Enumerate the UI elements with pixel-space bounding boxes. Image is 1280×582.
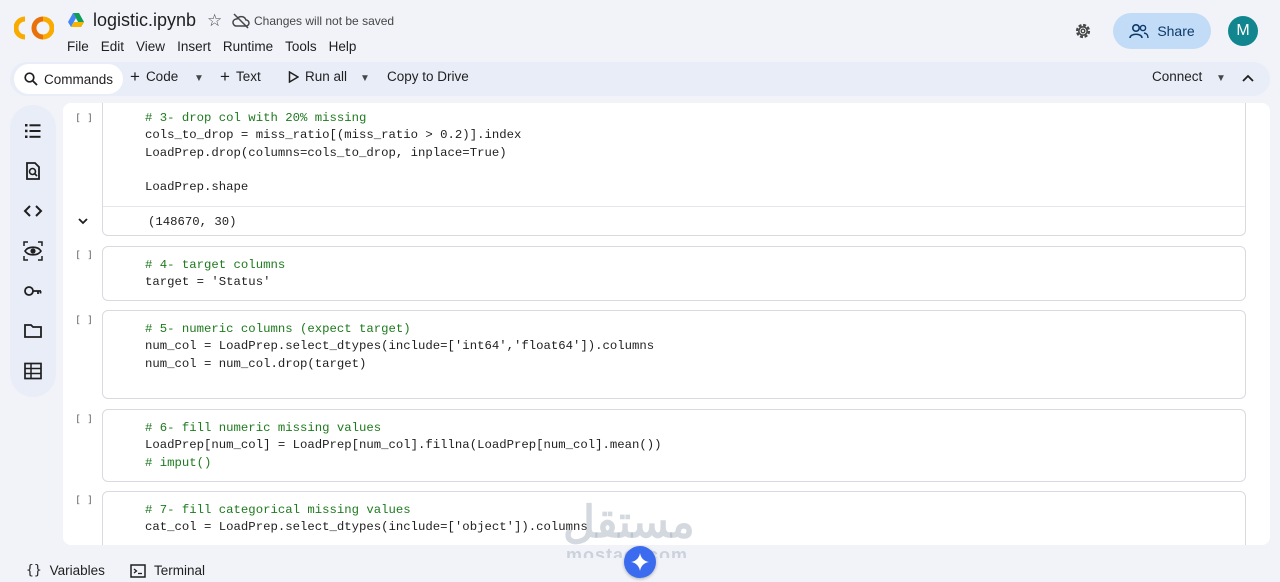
connect-label: Connect [1152,69,1203,84]
code-line: target = 'Status' [145,275,271,290]
gemini-sparkle-icon [631,553,649,571]
notebook-toolbar: Commands + Code ▼ + Text Run all ▼ Copy … [10,62,1270,96]
braces-icon: {} [26,563,42,578]
connect-button[interactable]: Connect [1152,69,1202,84]
run-all-button[interactable]: Run all [288,69,347,84]
menu-insert[interactable]: Insert [177,39,211,54]
people-icon [1129,23,1150,39]
notebook-title[interactable]: logistic.ipynb [93,10,196,31]
code-cell[interactable]: # 3- drop col with 20% missing cols_to_d… [102,103,1246,236]
cell-code[interactable]: # 7- fill categorical missing values cat… [145,502,588,537]
watermark-logo: مستقل [563,498,695,547]
add-code-label: Code [145,69,179,84]
chevron-down-icon[interactable]: ▼ [194,73,204,84]
add-code-button[interactable]: + Code [130,66,179,86]
output-text: (148670, 30) [148,215,237,229]
code-line: LoadPrep.shape [145,180,249,195]
run-cell-button[interactable]: [ ] [75,414,93,425]
files-folder-icon[interactable] [23,321,43,341]
code-line: num_col = LoadPrep.select_dtypes(include… [145,339,655,354]
run-cell-button[interactable]: [ ] [75,250,93,261]
terminal-button[interactable]: Terminal [130,563,205,578]
cell-code[interactable]: # 5- numeric columns (expect target) num… [145,321,654,373]
avatar[interactable]: M [1228,16,1258,46]
commands-label: Commands [44,71,114,87]
menu-help[interactable]: Help [329,39,357,54]
menu-file[interactable]: File [67,39,89,54]
collapse-output-icon[interactable] [76,214,90,228]
menu-runtime[interactable]: Runtime [223,39,273,54]
code-cell[interactable]: # 4- target columns target = 'Status' [102,246,1246,301]
cell-code[interactable]: # 3- drop col with 20% missing cols_to_d… [145,110,521,196]
code-line: # 5- numeric columns (expect target) [145,322,411,336]
terminal-label: Terminal [154,563,206,578]
code-line: # 6- fill numeric missing values [145,421,382,435]
unsaved-status: Changes will not be saved [254,14,395,28]
run-cell-button[interactable]: [ ] [75,113,93,124]
code-line: LoadPrep.drop(columns=cols_to_drop, inpl… [145,145,507,160]
cell-code[interactable]: # 4- target columns target = 'Status' [145,257,285,292]
code-cell[interactable]: # 6- fill numeric missing values LoadPre… [102,409,1246,482]
colab-logo[interactable] [14,15,54,41]
side-rail [10,105,56,397]
run-cell-button[interactable]: [ ] [75,495,93,506]
menu-tools[interactable]: Tools [285,39,317,54]
share-label: Share [1157,23,1195,39]
plus-icon: + [130,66,140,86]
code-line: # 3- drop col with 20% missing [145,111,367,125]
cell-output: (148670, 30) [103,206,1245,236]
star-icon[interactable]: ☆ [207,11,222,31]
commands-button[interactable]: Commands [14,64,124,94]
code-line: cat_col = LoadPrep.select_dtypes(include… [145,520,588,535]
code-line: LoadPrep[num_col] = LoadPrep[num_col].fi… [145,438,662,453]
find-icon[interactable] [23,161,43,181]
add-text-button[interactable]: + Text [220,66,261,86]
chevron-down-icon[interactable]: ▼ [1216,73,1226,84]
chevron-down-icon[interactable]: ▼ [360,73,370,84]
run-cell-button[interactable]: [ ] [75,315,93,326]
code-line: # 7- fill categorical missing values [145,503,411,517]
menu-view[interactable]: View [136,39,165,54]
notebook-area: [ ] # 3- drop col with 20% missing cols_… [63,103,1270,545]
table-of-contents-icon[interactable] [23,121,43,141]
variables-label: Variables [49,563,105,578]
run-all-label: Run all [305,69,348,84]
code-snippets-icon[interactable] [23,201,43,221]
share-button[interactable]: Share [1113,13,1211,49]
plus-icon: + [220,66,230,86]
cell-code[interactable]: # 6- fill numeric missing values LoadPre… [145,420,662,472]
code-line: cols_to_drop = miss_ratio[(miss_ratio > … [145,128,522,143]
data-table-icon[interactable] [23,361,43,381]
play-icon [288,70,299,83]
code-line: num_col = num_col.drop(target) [145,356,367,371]
cloud-off-icon [232,13,250,29]
app-header: logistic.ipynb ☆ Changes will not be sav… [0,0,1280,62]
code-cell[interactable]: # 5- numeric columns (expect target) num… [102,310,1246,399]
menu-bar: File Edit View Insert Runtime Tools Help [67,39,368,54]
search-icon [24,72,38,86]
gemini-button[interactable] [624,546,656,578]
secrets-key-icon[interactable] [23,281,43,301]
code-line: # 4- target columns [145,258,286,272]
copy-to-drive-label: Copy to Drive [387,69,469,84]
code-line: # imput() [145,455,212,470]
terminal-icon [130,563,146,578]
google-drive-icon[interactable] [68,13,84,27]
add-text-label: Text [235,69,261,84]
menu-edit[interactable]: Edit [101,39,124,54]
variables-button[interactable]: {} Variables [26,563,105,578]
settings-gear-icon[interactable] [1073,21,1093,41]
copy-to-drive-button[interactable]: Copy to Drive [387,69,469,84]
variables-inspector-icon[interactable] [23,241,43,261]
chevron-up-icon[interactable] [1242,73,1254,83]
